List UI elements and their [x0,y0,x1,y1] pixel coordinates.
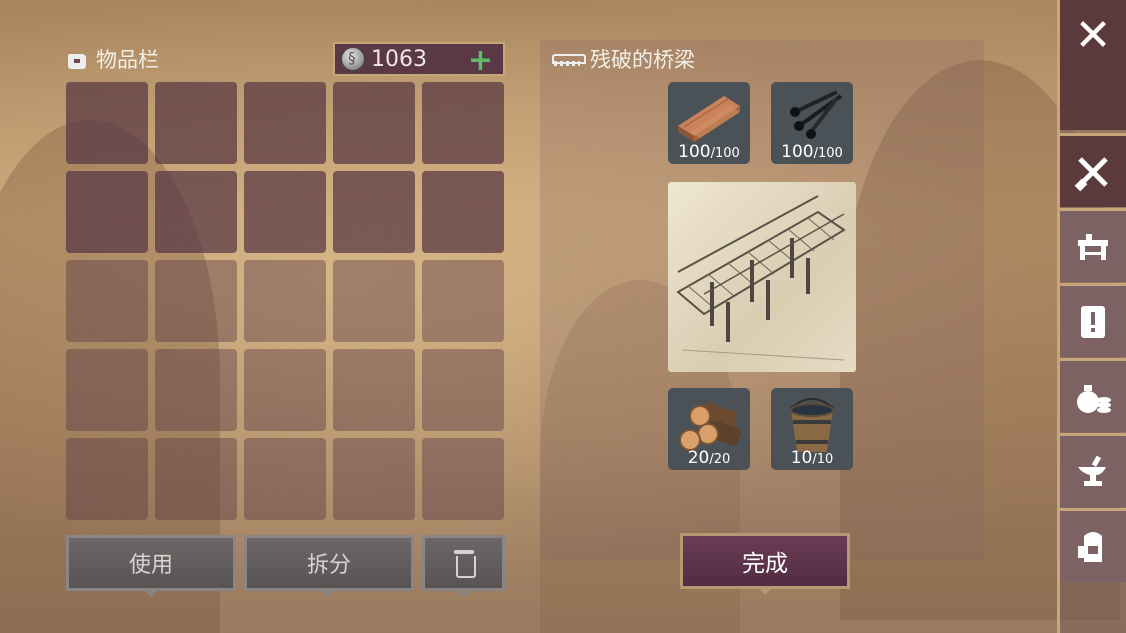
inventory-slot[interactable] [244,171,326,253]
inventory-slot[interactable] [333,260,415,342]
inventory-slot[interactable] [422,82,504,164]
crafting-title: 残破的桥梁 [590,48,695,72]
close-button[interactable]: ✕ [1060,0,1126,130]
material-count: 100/100 [781,142,843,162]
inventory-slot[interactable] [244,349,326,431]
inventory-slot[interactable] [66,349,148,431]
money-bag-icon [1077,384,1111,413]
material-slot-water[interactable]: 10/10 [771,388,853,470]
tab-quests[interactable] [1060,283,1126,357]
inventory-slot[interactable] [333,171,415,253]
trash-icon [453,550,476,578]
inventory-slot[interactable] [155,171,237,253]
anvil-icon [1078,455,1106,486]
inventory-grid [66,82,504,520]
split-button[interactable]: 拆分 [244,535,414,597]
inventory-slot[interactable] [333,349,415,431]
tab-trade[interactable] [1060,358,1126,432]
tab-smithing[interactable] [1060,433,1126,507]
inventory-title: 物品栏 [96,48,159,72]
bridge-blueprint [668,182,856,372]
complete-button[interactable]: 完成 [680,533,850,595]
quest-scroll-icon [1081,305,1105,338]
inventory-slot[interactable] [66,260,148,342]
backpack-icon [1078,531,1102,562]
inventory-header: 物品栏 [66,42,159,76]
inventory-slot[interactable] [333,82,415,164]
inventory-slot[interactable] [66,82,148,164]
inventory-slot[interactable] [66,171,148,253]
close-icon: ✕ [1074,10,1112,61]
currency-display: 1063 + [333,42,505,78]
material-count: 10/10 [790,448,834,468]
crafting-header: 残破的桥梁 [552,42,695,76]
material-slot-logs[interactable]: 20/20 [668,388,750,470]
material-count: 100/100 [678,142,740,162]
inventory-bag-icon [66,49,88,69]
inventory-slot[interactable] [155,438,237,520]
sidebar: ✕ [1057,0,1126,633]
inventory-slot[interactable] [422,349,504,431]
inventory-slot[interactable] [244,82,326,164]
inventory-slot[interactable] [155,82,237,164]
inventory-slot[interactable] [422,260,504,342]
material-slot-planks[interactable]: 100/100 [668,82,750,164]
currency-amount: 1063 [371,46,427,72]
inventory-slot[interactable] [422,438,504,520]
tab-crafting[interactable] [1060,133,1126,207]
inventory-slot[interactable] [66,438,148,520]
material-count: 20/20 [687,448,731,468]
tab-workbench[interactable] [1060,208,1126,282]
material-slot-nails[interactable]: 100/100 [771,82,853,164]
inventory-slot[interactable] [333,438,415,520]
coin-icon [341,47,365,71]
inventory-slot[interactable] [244,260,326,342]
inventory-slot[interactable] [155,260,237,342]
bridge-blueprint-icon [676,195,846,361]
inventory-slot[interactable] [155,349,237,431]
tab-backpack[interactable] [1060,508,1126,582]
crafting-tools-icon [1074,156,1108,191]
discard-button[interactable] [422,535,505,597]
bridge-icon [552,50,586,68]
use-button[interactable]: 使用 [66,535,236,597]
workbench-icon [1078,233,1108,260]
inventory-slot[interactable] [422,171,504,253]
inventory-slot[interactable] [244,438,326,520]
add-currency-button[interactable]: + [468,43,493,78]
